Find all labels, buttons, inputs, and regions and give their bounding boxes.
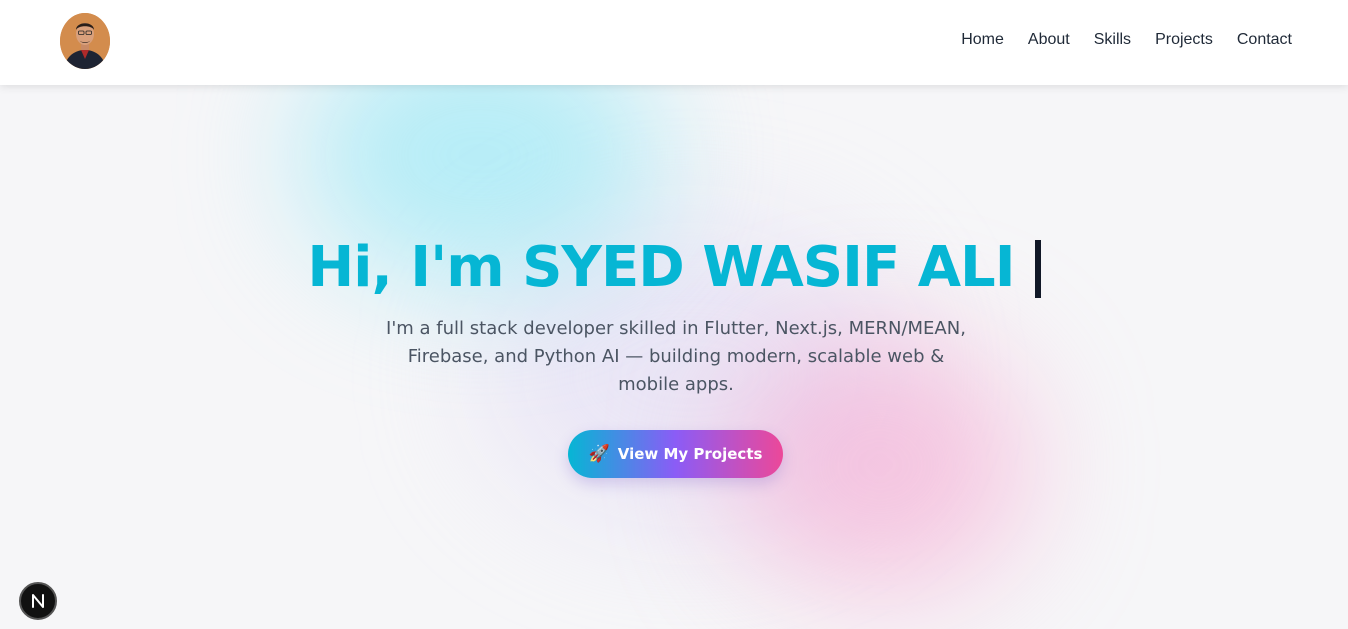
nav-link-about[interactable]: About	[1028, 31, 1070, 49]
view-projects-button[interactable]: 🚀 View My Projects	[568, 430, 783, 478]
nav-link-contact[interactable]: Contact	[1237, 31, 1292, 49]
hero-headline-text: Hi, I'm SYED WASIF ALI	[307, 235, 1015, 300]
avatar-portrait	[60, 13, 110, 69]
nav-link-skills[interactable]: Skills	[1094, 31, 1131, 49]
avatar[interactable]	[60, 13, 110, 69]
site-header: Home About Skills Projects Contact	[0, 0, 1348, 85]
view-projects-label: View My Projects	[617, 445, 763, 463]
typing-cursor	[1034, 240, 1041, 298]
nav-link-home[interactable]: Home	[961, 31, 1004, 49]
rocket-icon: 🚀	[588, 443, 610, 464]
nextjs-letter-glyph	[32, 594, 44, 608]
hero-subtext: I'm a full stack developer skilled in Fl…	[386, 318, 966, 395]
hero-headline: Hi, I'm SYED WASIF ALI	[0, 235, 1348, 300]
main-nav: Home About Skills Projects Contact	[961, 31, 1292, 49]
hero-section: Hi, I'm SYED WASIF ALI I'm a full stack …	[0, 85, 1348, 629]
nextjs-icon[interactable]	[19, 582, 57, 620]
nav-link-projects[interactable]: Projects	[1155, 31, 1213, 49]
